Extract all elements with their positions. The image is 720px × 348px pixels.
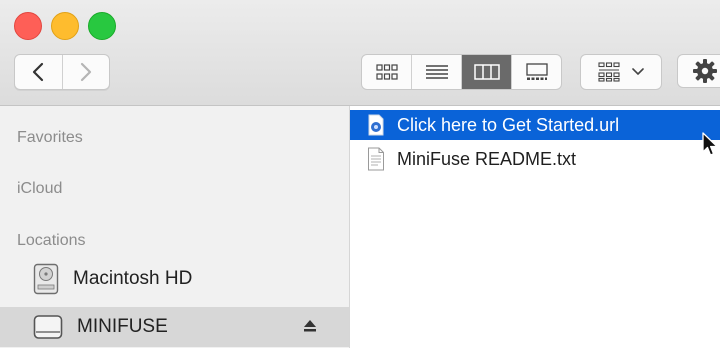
chevron-left-icon bbox=[33, 62, 44, 82]
gallery-view-button[interactable] bbox=[511, 55, 561, 89]
view-mode-selector bbox=[361, 54, 562, 90]
sidebar-item-minifuse[interactable]: MINIFUSE bbox=[0, 307, 349, 347]
minimize-window-button[interactable] bbox=[51, 12, 79, 40]
mouse-pointer-icon bbox=[702, 132, 718, 156]
sidebar-item-label: Macintosh HD bbox=[73, 268, 193, 289]
internal-disk-icon bbox=[33, 263, 59, 295]
file-row-readme[interactable]: MiniFuse README.txt bbox=[350, 144, 720, 174]
file-name: Click here to Get Started.url bbox=[397, 114, 620, 135]
column-view-button[interactable] bbox=[461, 55, 511, 89]
gallery-icon bbox=[525, 63, 548, 80]
grid-icon bbox=[375, 64, 398, 80]
columns-icon bbox=[473, 64, 500, 80]
sidebar-heading-locations[interactable]: Locations bbox=[17, 232, 86, 250]
close-window-button[interactable] bbox=[14, 12, 42, 40]
zoom-window-button[interactable] bbox=[88, 12, 116, 40]
external-disk-icon bbox=[33, 315, 63, 339]
window-toolbar bbox=[0, 0, 720, 106]
list-view-button[interactable] bbox=[411, 55, 461, 89]
navigation-buttons bbox=[14, 54, 110, 90]
sidebar: Favorites iCloud Locations Macintosh HD … bbox=[0, 106, 350, 348]
chevron-down-icon bbox=[632, 68, 644, 75]
group-by-button[interactable] bbox=[580, 54, 662, 90]
chevron-right-icon bbox=[80, 62, 91, 82]
back-button[interactable] bbox=[15, 55, 62, 89]
sidebar-heading-icloud[interactable]: iCloud bbox=[17, 180, 62, 198]
icon-view-button[interactable] bbox=[362, 55, 411, 89]
sidebar-item-macintosh-hd[interactable]: Macintosh HD bbox=[0, 259, 349, 299]
url-file-icon bbox=[368, 114, 384, 136]
file-browser-column: Click here to Get Started.url MiniFuse R… bbox=[350, 106, 720, 348]
file-row-get-started[interactable]: Click here to Get Started.url bbox=[350, 110, 720, 140]
sidebar-item-label: MINIFUSE bbox=[77, 316, 168, 337]
text-file-icon bbox=[368, 147, 384, 171]
list-icon bbox=[425, 65, 448, 79]
gear-icon bbox=[693, 59, 717, 83]
forward-button[interactable] bbox=[61, 55, 110, 89]
eject-icon[interactable] bbox=[303, 319, 317, 333]
file-name: MiniFuse README.txt bbox=[397, 148, 577, 169]
action-menu-button[interactable] bbox=[677, 54, 720, 88]
group-grid-icon bbox=[598, 62, 620, 82]
sidebar-heading-favorites[interactable]: Favorites bbox=[17, 129, 83, 147]
